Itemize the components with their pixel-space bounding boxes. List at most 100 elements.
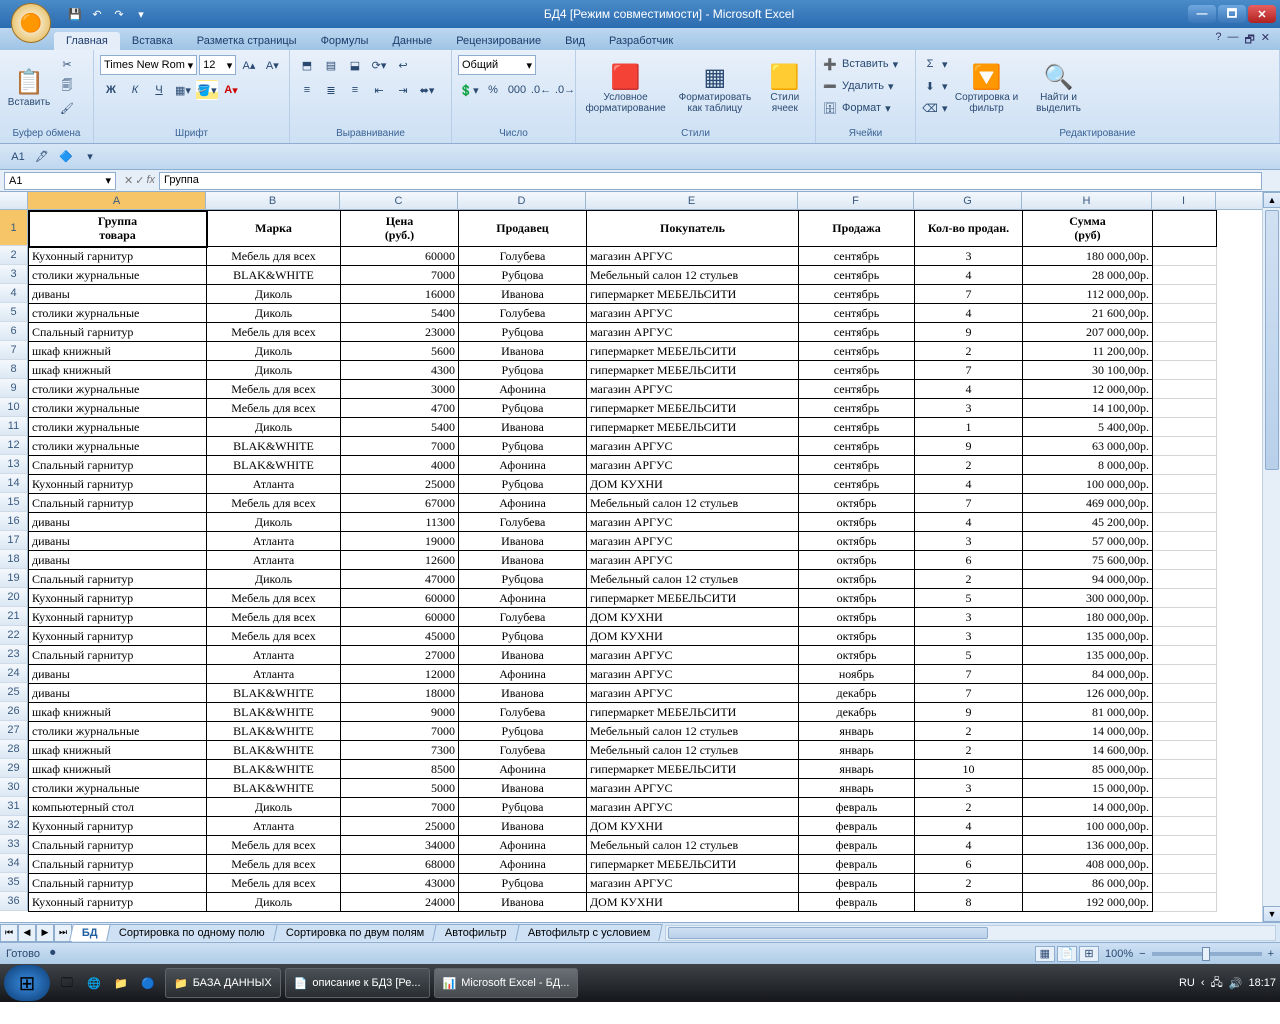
cell[interactable]: декабрь	[799, 684, 915, 703]
font-dialog-icon[interactable]: 🖋	[32, 147, 52, 167]
row-header-33[interactable]: 33	[0, 835, 28, 854]
cell[interactable]: Мебель для всех	[207, 855, 341, 874]
cancel-formula-icon[interactable]: ✕	[124, 174, 133, 187]
cell[interactable]: магазин АРГУС	[587, 551, 799, 570]
cell[interactable]: 14 000,00р.	[1023, 798, 1153, 817]
cell[interactable]	[1153, 608, 1217, 627]
cell[interactable]: Голубева	[459, 608, 587, 627]
enter-formula-icon[interactable]: ✓	[135, 174, 144, 187]
row-header-27[interactable]: 27	[0, 721, 28, 740]
ie-icon[interactable]: 🌐	[81, 968, 107, 998]
cell[interactable]: 112 000,00р.	[1023, 285, 1153, 304]
cell[interactable]: октябрь	[799, 627, 915, 646]
orientation-icon[interactable]: ⟳▾	[368, 55, 390, 75]
cell[interactable]: Кухонный гарнитур	[29, 608, 207, 627]
cell[interactable]: 30 100,00р.	[1023, 361, 1153, 380]
cell[interactable]: 2	[915, 741, 1023, 760]
cell[interactable]	[1153, 513, 1217, 532]
header-cell[interactable]: Сумма(руб)	[1023, 211, 1153, 247]
fx-icon[interactable]: fx	[146, 174, 155, 187]
cell[interactable]: 5000	[341, 779, 459, 798]
cell[interactable]: шкаф книжный	[29, 361, 207, 380]
cell[interactable]: Рубцова	[459, 627, 587, 646]
cell[interactable]: Иванова	[459, 893, 587, 912]
italic-button[interactable]: К	[124, 80, 146, 100]
cell[interactable]: магазин АРГУС	[587, 665, 799, 684]
row-header-28[interactable]: 28	[0, 740, 28, 759]
row-header-15[interactable]: 15	[0, 493, 28, 512]
taskbar-item-2[interactable]: 📊Microsoft Excel - БД...	[434, 968, 579, 998]
ribbon-tab-5[interactable]: Рецензирование	[444, 32, 553, 50]
cell[interactable]: 68000	[341, 855, 459, 874]
cell[interactable]: 14 000,00р.	[1023, 722, 1153, 741]
cell[interactable]: 4	[915, 266, 1023, 285]
cut-icon[interactable]: ✂	[56, 54, 78, 74]
cell[interactable]: Рубцова	[459, 475, 587, 494]
cell[interactable]: сентябрь	[799, 266, 915, 285]
cell[interactable]: 11300	[341, 513, 459, 532]
cell[interactable]: BLAK&WHITE	[207, 703, 341, 722]
cell[interactable]: 3	[915, 247, 1023, 266]
align-middle-icon[interactable]: ▤	[320, 55, 342, 75]
cell[interactable]: магазин АРГУС	[587, 323, 799, 342]
cell[interactable]: 4000	[341, 456, 459, 475]
align-right-icon[interactable]: ≡	[344, 80, 366, 100]
cell[interactable]: сентябрь	[799, 342, 915, 361]
cell[interactable]: гипермаркет МЕБЕЛЬСИТИ	[587, 361, 799, 380]
cell[interactable]: Рубцова	[459, 399, 587, 418]
cell[interactable]: Рубцова	[459, 437, 587, 456]
cell[interactable]: 60000	[341, 589, 459, 608]
cell[interactable]: диваны	[29, 684, 207, 703]
cell[interactable]: BLAK&WHITE	[207, 456, 341, 475]
cell[interactable]: Голубева	[459, 513, 587, 532]
cell[interactable]	[1153, 304, 1217, 323]
row-header-10[interactable]: 10	[0, 398, 28, 417]
cell[interactable]: 9	[915, 703, 1023, 722]
cell[interactable]: ДОМ КУХНИ	[587, 817, 799, 836]
row-header-16[interactable]: 16	[0, 512, 28, 531]
cell[interactable]: 75 600,00р.	[1023, 551, 1153, 570]
cell[interactable]: столики журнальные	[29, 437, 207, 456]
cell[interactable]: компьютерный стол	[29, 798, 207, 817]
cell[interactable]: 86 000,00р.	[1023, 874, 1153, 893]
cell[interactable]: BLAK&WHITE	[207, 779, 341, 798]
header-cell[interactable]: Марка	[207, 211, 341, 247]
row-header-13[interactable]: 13	[0, 455, 28, 474]
cell[interactable]: 4700	[341, 399, 459, 418]
cell[interactable]: 7	[915, 361, 1023, 380]
cell[interactable]: Мебель для всех	[207, 627, 341, 646]
cell[interactable]: сентябрь	[799, 247, 915, 266]
cell[interactable]: столики журнальные	[29, 722, 207, 741]
cell[interactable]: ДОМ КУХНИ	[587, 893, 799, 912]
cell[interactable]: 7300	[341, 741, 459, 760]
row-header-19[interactable]: 19	[0, 569, 28, 588]
cell[interactable]: Мебельный салон 12 стульев	[587, 266, 799, 285]
cell[interactable]: сентябрь	[799, 399, 915, 418]
cell[interactable]	[1153, 456, 1217, 475]
cell[interactable]: 5400	[341, 304, 459, 323]
cell[interactable]: Диколь	[207, 342, 341, 361]
cell[interactable]	[1153, 437, 1217, 456]
cell[interactable]	[1153, 475, 1217, 494]
cell[interactable]	[1153, 589, 1217, 608]
percent-icon[interactable]: %	[482, 80, 504, 100]
cell[interactable]: 10	[915, 760, 1023, 779]
cell[interactable]: Иванова	[459, 342, 587, 361]
zoom-out-icon[interactable]: −	[1139, 948, 1145, 960]
cell[interactable]: 3000	[341, 380, 459, 399]
cell[interactable]: 5	[915, 589, 1023, 608]
ribbon-tab-4[interactable]: Данные	[380, 32, 444, 50]
row-header-7[interactable]: 7	[0, 341, 28, 360]
cell[interactable]: 9	[915, 323, 1023, 342]
cell[interactable]: 192 000,00р.	[1023, 893, 1153, 912]
cell[interactable]: 45 200,00р.	[1023, 513, 1153, 532]
cell[interactable]: магазин АРГУС	[587, 684, 799, 703]
cell[interactable]: Диколь	[207, 361, 341, 380]
cell[interactable]: магазин АРГУС	[587, 380, 799, 399]
tab-next-icon[interactable]: ▶	[36, 924, 54, 942]
cell[interactable]: 47000	[341, 570, 459, 589]
cell[interactable]: Диколь	[207, 418, 341, 437]
macro-record-icon[interactable]: ⏺	[50, 947, 56, 960]
cell[interactable]: сентябрь	[799, 285, 915, 304]
cell[interactable]: Афонина	[459, 380, 587, 399]
